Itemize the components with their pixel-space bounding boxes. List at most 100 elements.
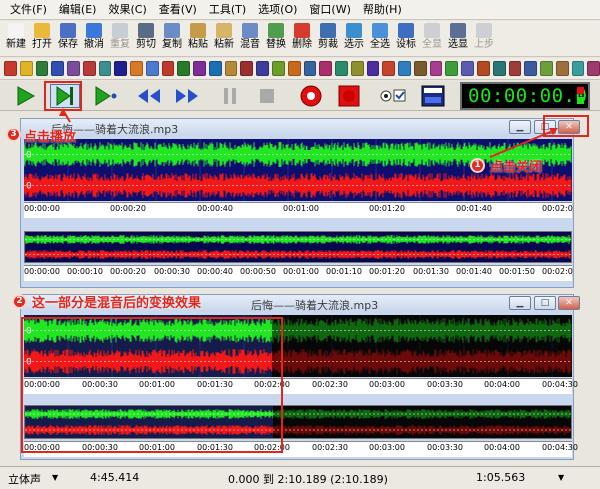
effect-button-19[interactable] bbox=[303, 61, 317, 76]
record-stop-button[interactable] bbox=[334, 84, 364, 108]
toolbar-icon-17 bbox=[450, 23, 466, 38]
total-length: 4:45.414 bbox=[90, 471, 140, 484]
pause-button[interactable] bbox=[215, 84, 245, 108]
effect-button-3[interactable] bbox=[51, 61, 65, 76]
position-dropdown-icon[interactable]: ▼ bbox=[558, 473, 564, 482]
ruler-tick-label: 00:01:20 bbox=[369, 267, 405, 276]
toolbar-button-17[interactable]: 选显 bbox=[445, 21, 471, 55]
spectrum-button[interactable] bbox=[418, 84, 448, 108]
monitor-toggle[interactable] bbox=[378, 84, 408, 108]
annotation-2-text: 这一部分是混音后的变换效果 bbox=[32, 296, 202, 311]
effect-button-1[interactable] bbox=[19, 61, 33, 76]
waveform-overview-1[interactable] bbox=[24, 231, 572, 263]
toolbar-button-18[interactable]: 上步 bbox=[471, 21, 497, 55]
record-button[interactable] bbox=[296, 84, 326, 108]
minimize-button[interactable]: ▁ bbox=[509, 120, 531, 134]
menu-window[interactable]: 窗口(W) bbox=[303, 0, 356, 20]
toolbar-button-7[interactable]: 粘贴 bbox=[185, 21, 211, 55]
minimize-button-2[interactable]: ▁ bbox=[509, 296, 531, 310]
toolbar-button-3[interactable]: 撤消 bbox=[81, 21, 107, 55]
toolbar-button-9[interactable]: 混音 bbox=[237, 21, 263, 55]
effect-button-34[interactable] bbox=[540, 61, 553, 76]
toolbar-button-14[interactable]: 全选 bbox=[367, 21, 393, 55]
menu-view[interactable]: 查看(V) bbox=[153, 0, 203, 20]
toolbar-button-13[interactable]: 选示 bbox=[341, 21, 367, 55]
effect-button-24[interactable] bbox=[382, 61, 396, 76]
loop-play-button[interactable] bbox=[90, 84, 120, 108]
ruler-tick-label: 00:01:00 bbox=[283, 204, 319, 213]
menu-effects[interactable]: 效果(C) bbox=[102, 0, 152, 20]
menu-help[interactable]: 帮助(H) bbox=[357, 0, 408, 20]
effect-button-10[interactable] bbox=[161, 61, 175, 76]
effect-button-36[interactable] bbox=[571, 61, 585, 76]
effect-button-2[interactable] bbox=[35, 61, 49, 76]
effect-button-11[interactable] bbox=[177, 61, 191, 76]
toolbar-label: 替换 bbox=[266, 39, 286, 50]
effect-button-17[interactable] bbox=[272, 61, 285, 76]
toolbar-button-1[interactable]: 打开 bbox=[29, 21, 55, 55]
fast-forward-button[interactable] bbox=[172, 84, 202, 108]
effect-button-32[interactable] bbox=[508, 61, 522, 76]
effect-button-23[interactable] bbox=[366, 61, 380, 76]
effect-button-7[interactable] bbox=[114, 61, 128, 76]
effect-button-5[interactable] bbox=[82, 61, 96, 76]
toolbar-button-5[interactable]: 剪切 bbox=[133, 21, 159, 55]
wave-window-1-titlebar[interactable]: 后悔——骑着大流浪.mp3 ▁ □ ✕ bbox=[21, 119, 580, 136]
effect-button-12[interactable] bbox=[193, 61, 206, 76]
channel-label: 0 bbox=[26, 151, 32, 161]
close-button-2[interactable]: ✕ bbox=[558, 296, 580, 310]
effect-button-30[interactable] bbox=[476, 61, 490, 76]
effect-button-27[interactable] bbox=[429, 61, 443, 76]
toolbar-button-4[interactable]: 重复 bbox=[107, 21, 133, 55]
effect-button-6[interactable] bbox=[98, 61, 112, 76]
effect-button-29[interactable] bbox=[461, 61, 474, 76]
effect-button-15[interactable] bbox=[240, 61, 254, 76]
toolbar-button-8[interactable]: 粘新 bbox=[211, 21, 237, 55]
stop-button[interactable] bbox=[252, 84, 282, 108]
toolbar-label: 新建 bbox=[6, 39, 26, 50]
effect-button-20[interactable] bbox=[319, 61, 333, 76]
play-button-highlight bbox=[44, 81, 82, 111]
toolbar-label: 选显 bbox=[448, 39, 468, 50]
effect-button-0[interactable] bbox=[4, 61, 17, 76]
effect-button-28[interactable] bbox=[445, 61, 459, 76]
menu-file[interactable]: 文件(F) bbox=[4, 0, 53, 20]
time-indicator-icon bbox=[577, 87, 584, 94]
effect-button-31[interactable] bbox=[492, 61, 506, 76]
toolbar-button-11[interactable]: 删除 bbox=[289, 21, 315, 55]
toolbar-button-16[interactable]: 全显 bbox=[419, 21, 445, 55]
effect-button-4[interactable] bbox=[67, 61, 80, 76]
loop-play-icon bbox=[95, 86, 117, 106]
maximize-button-2[interactable]: □ bbox=[534, 296, 556, 310]
effect-button-21[interactable] bbox=[335, 61, 348, 76]
menu-tools[interactable]: 工具(T) bbox=[203, 0, 252, 20]
effect-button-35[interactable] bbox=[555, 61, 569, 76]
toolbar-button-15[interactable]: 设标 bbox=[393, 21, 419, 55]
effect-button-13[interactable] bbox=[208, 61, 222, 76]
effect-button-9[interactable] bbox=[145, 61, 159, 76]
ruler-tick-label: 00:00:00 bbox=[24, 204, 60, 213]
effect-button-26[interactable] bbox=[413, 61, 427, 76]
effect-button-8[interactable] bbox=[130, 61, 143, 76]
toolbar-button-12[interactable]: 剪裁 bbox=[315, 21, 341, 55]
effect-button-33[interactable] bbox=[524, 61, 538, 76]
ruler-tick-label: 00:04:00 bbox=[484, 443, 520, 452]
effect-button-16[interactable] bbox=[256, 61, 270, 76]
toolbar-button-10[interactable]: 替换 bbox=[263, 21, 289, 55]
toolbar-button-0[interactable]: 新建 bbox=[3, 21, 29, 55]
effect-button-18[interactable] bbox=[287, 61, 301, 76]
rewind-button[interactable] bbox=[134, 84, 164, 108]
toolbar-button-2[interactable]: 保存 bbox=[55, 21, 81, 55]
effect-button-14[interactable] bbox=[224, 61, 238, 76]
play-button[interactable] bbox=[10, 84, 40, 108]
toolbar-label: 设标 bbox=[396, 39, 416, 50]
effect-button-25[interactable] bbox=[398, 61, 411, 76]
toolbar-button-6[interactable]: 复制 bbox=[159, 21, 185, 55]
ruler-tick-label: 00:02:0 bbox=[542, 267, 573, 276]
effect-button-37[interactable] bbox=[587, 61, 600, 76]
menu-options[interactable]: 选项(O) bbox=[252, 0, 303, 20]
channel-mode-dropdown-icon[interactable]: ▼ bbox=[52, 473, 58, 482]
menu-edit[interactable]: 编辑(E) bbox=[53, 0, 103, 20]
toolbar-label: 保存 bbox=[58, 39, 78, 50]
effect-button-22[interactable] bbox=[350, 61, 364, 76]
